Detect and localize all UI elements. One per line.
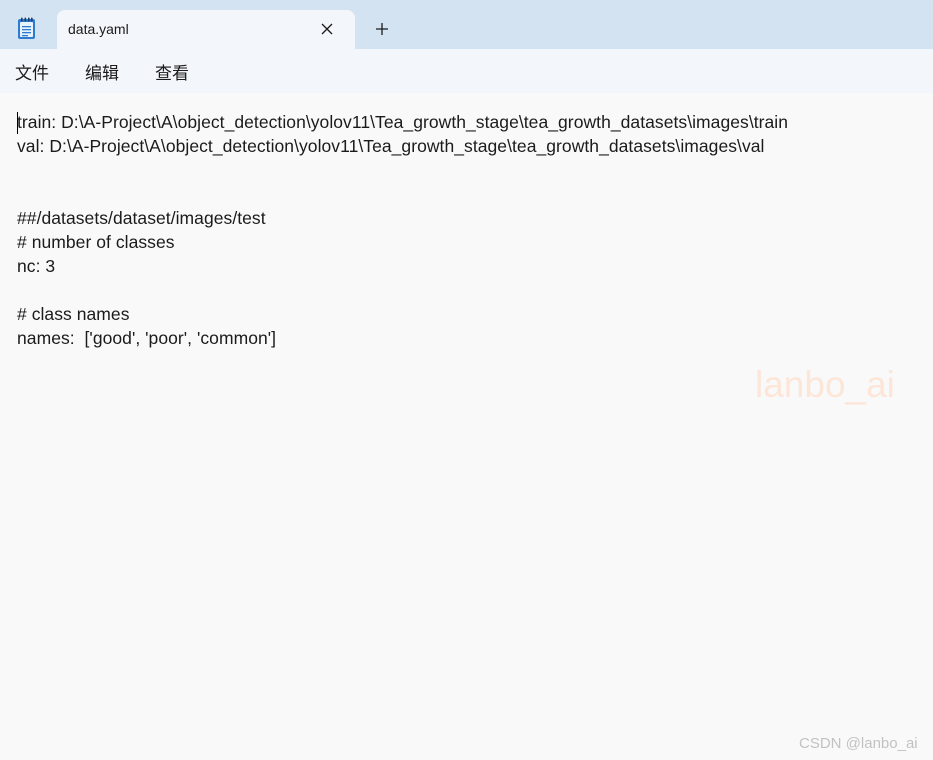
- footer-watermark: CSDN @lanbo_ai: [799, 735, 918, 752]
- menu-view[interactable]: 查看: [155, 59, 189, 84]
- editor-line: # number of classes: [17, 232, 175, 252]
- text-editor[interactable]: train: D:\A-Project\A\object_detection\y…: [0, 93, 933, 760]
- tab-strip: data.yaml: [0, 0, 933, 49]
- close-icon[interactable]: [317, 19, 337, 39]
- editor-line: nc: 3: [17, 256, 56, 276]
- editor-line: train: D:\A-Project\A\object_detection\y…: [17, 112, 789, 132]
- editor-line: # class names: [17, 304, 130, 324]
- menu-file[interactable]: 文件: [15, 59, 49, 84]
- plus-icon[interactable]: [372, 19, 392, 39]
- editor-line: val: D:\A-Project\A\object_detection\yol…: [17, 136, 765, 156]
- editor-line: names: ['good', 'poor', 'common']: [17, 328, 277, 348]
- tab-data-yaml[interactable]: data.yaml: [57, 10, 355, 49]
- text-caret: [17, 112, 18, 134]
- watermark: lanbo_ai: [755, 364, 895, 405]
- menu-edit[interactable]: 编辑: [85, 59, 119, 84]
- notepad-window: data.yaml 文件 编辑 查看 train: D:\A-Project\A…: [0, 0, 933, 760]
- notepad-icon: [17, 17, 36, 40]
- editor-line: ##/datasets/dataset/images/test: [17, 208, 266, 228]
- menu-bar: 文件 编辑 查看: [0, 49, 933, 93]
- tab-title: data.yaml: [68, 21, 129, 37]
